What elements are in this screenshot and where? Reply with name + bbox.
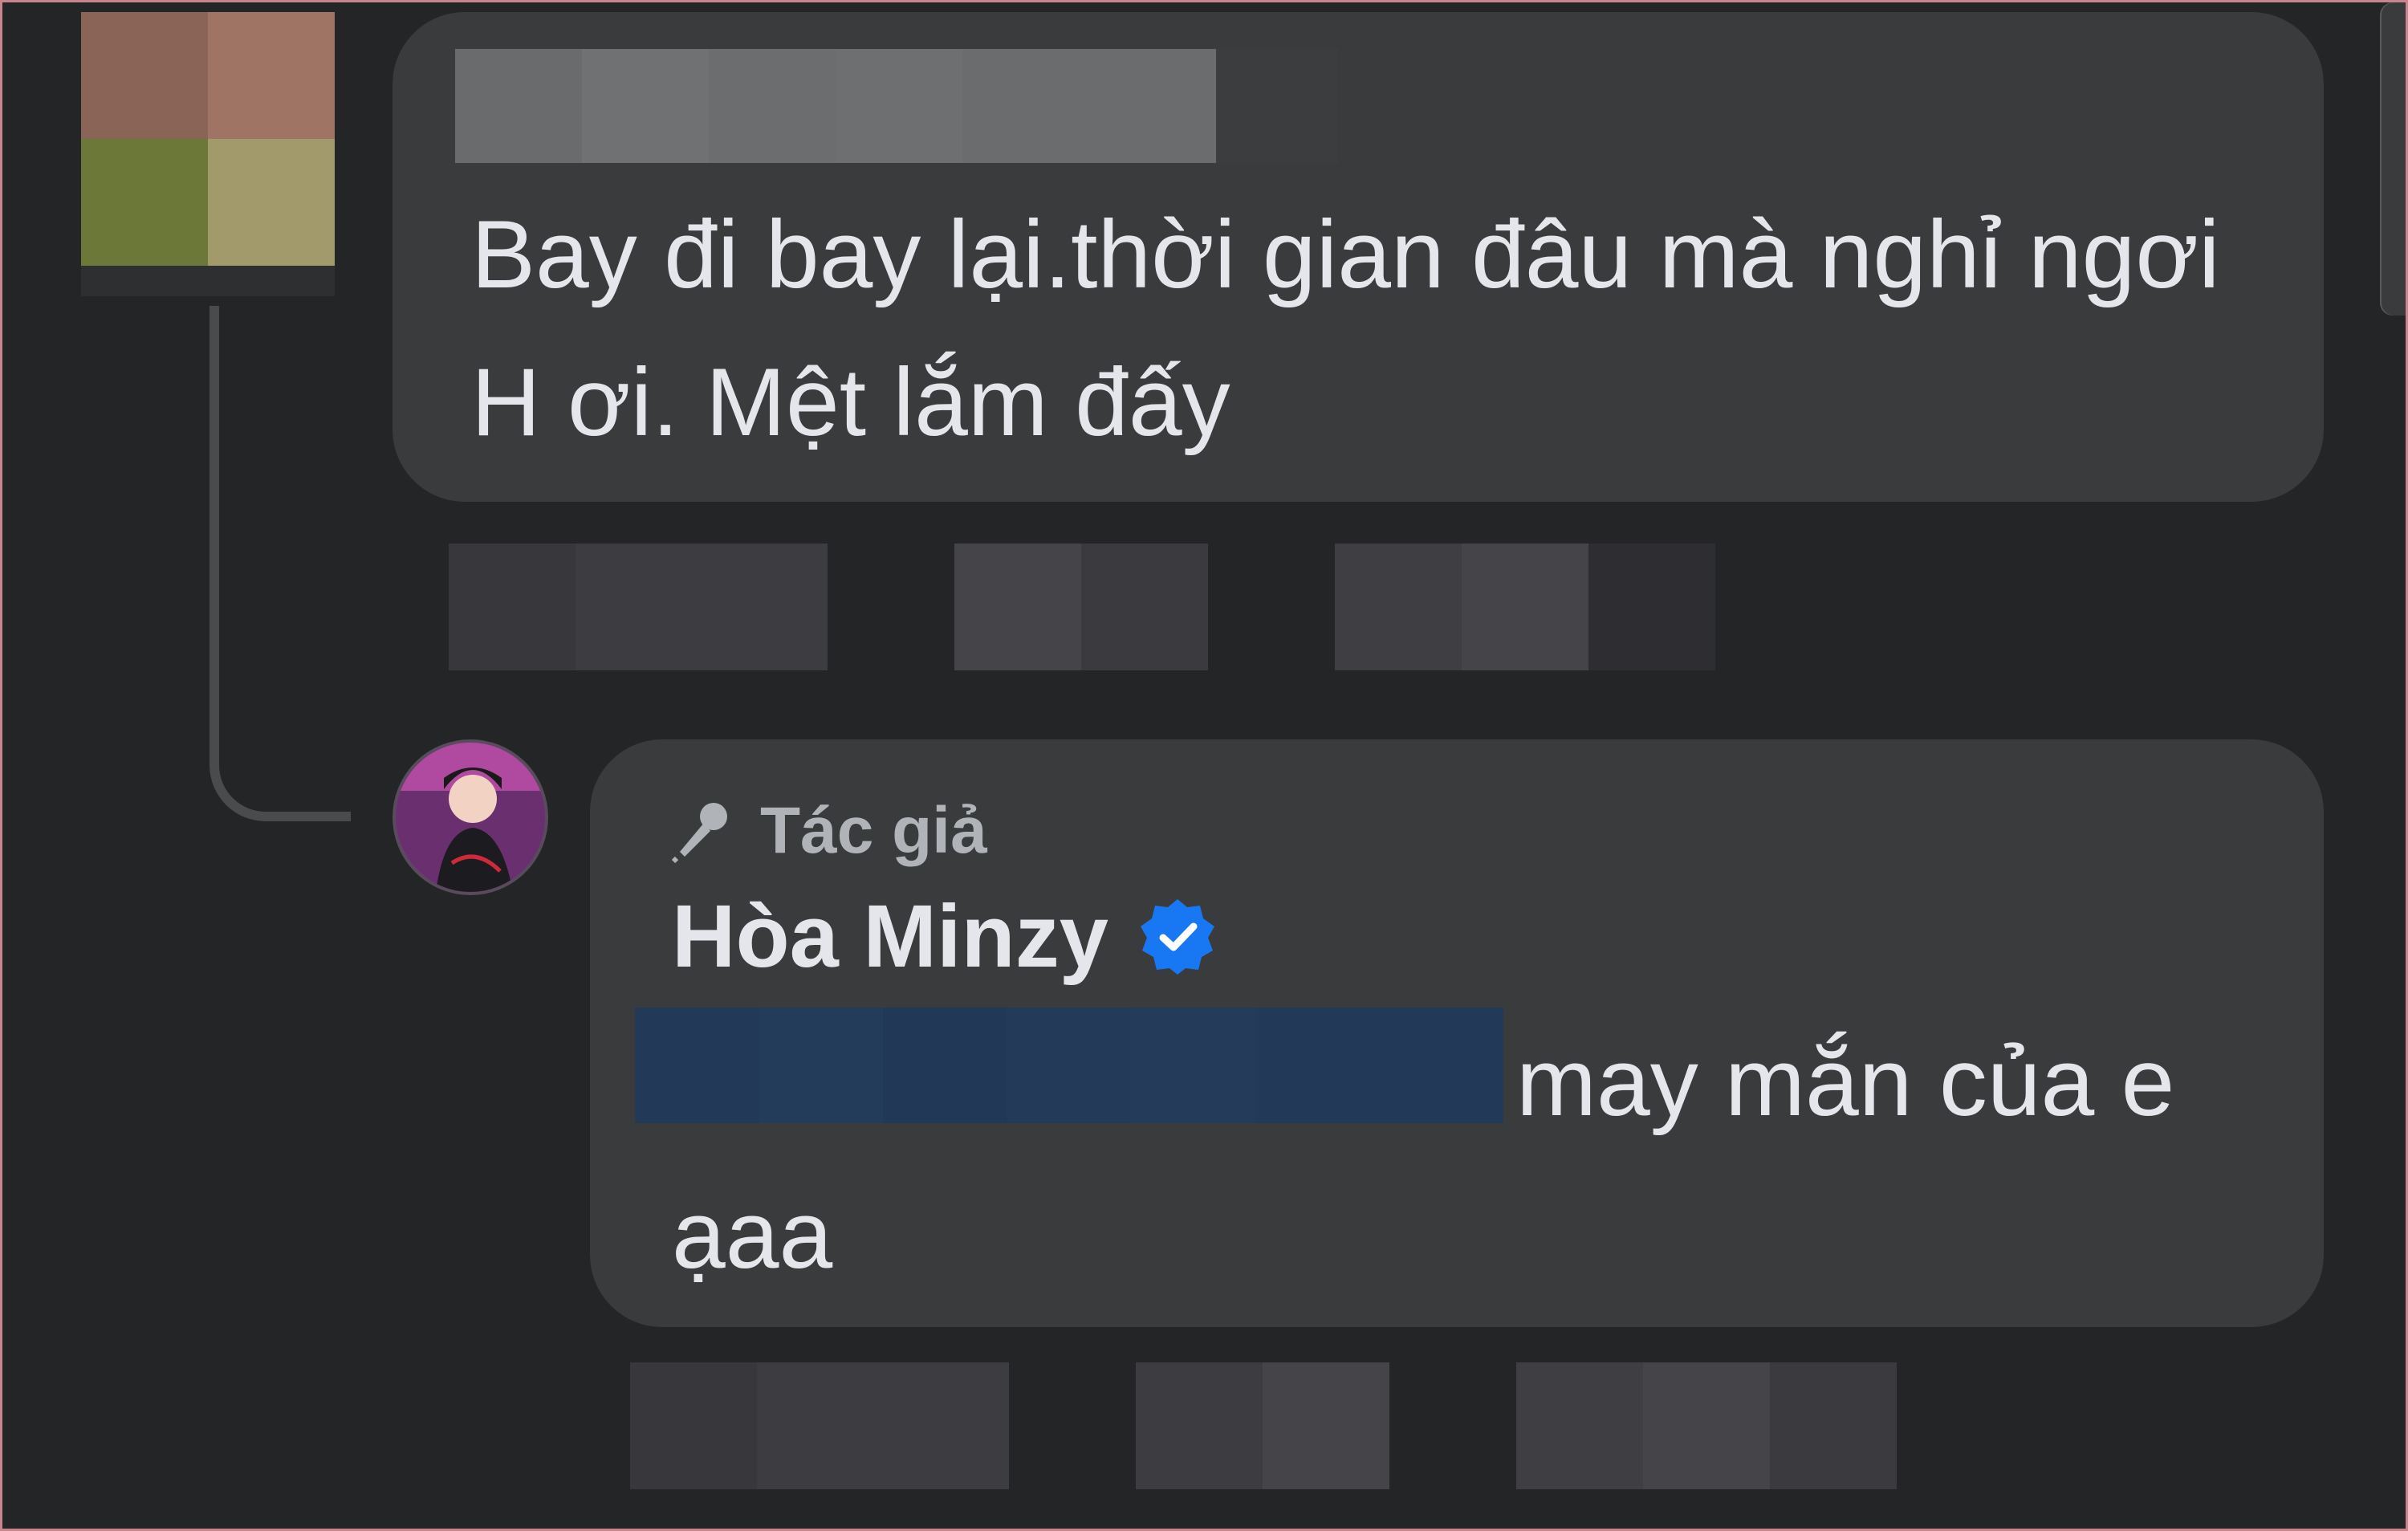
thread-connector-line (209, 306, 351, 821)
share-action-redacted[interactable] (1516, 1362, 1897, 1489)
author-badge-label: Tác giả (760, 794, 987, 867)
microphone-icon (671, 803, 727, 863)
author-avatar[interactable] (393, 739, 548, 895)
commenter-avatar[interactable] (81, 12, 335, 296)
verified-badge-icon (1140, 899, 1214, 975)
reply-action-redacted[interactable] (1136, 1362, 1389, 1489)
reply-actions (630, 1362, 1897, 1489)
comment-actions (449, 544, 1715, 670)
like-action-redacted[interactable] (630, 1362, 1009, 1489)
author-name-link[interactable]: Hòa Minzy (672, 886, 1108, 987)
reply-action-redacted[interactable] (954, 544, 1208, 670)
reply-author: Hòa Minzy (672, 884, 1218, 988)
author-badge: Tác giả (669, 789, 987, 873)
reply-text: may mắn của e ạaa (672, 1028, 2175, 1289)
comment-thread: Bay đi bay lại.thời gian đâu mà nghỉ ngơ… (0, 0, 2408, 1531)
commenter-name-redacted[interactable] (455, 49, 1338, 163)
share-action-redacted[interactable] (1335, 544, 1715, 670)
scrollbar[interactable] (2380, 2, 2406, 316)
like-action-redacted[interactable] (449, 544, 828, 670)
comment-text: Bay đi bay lại.thời gian đâu mà nghỉ ngơ… (471, 201, 2220, 456)
